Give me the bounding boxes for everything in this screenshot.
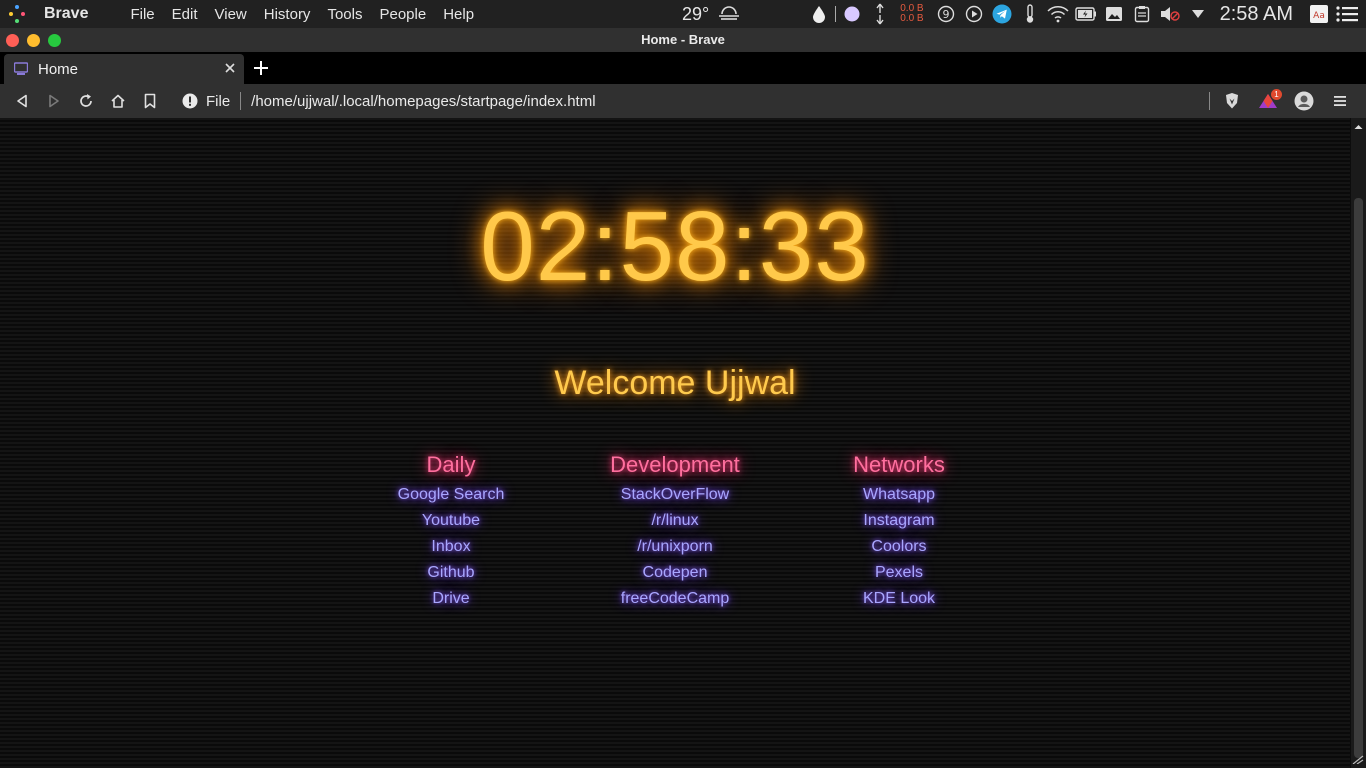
svg-text:Aa: Aa: [1313, 11, 1325, 21]
menu-view[interactable]: View: [215, 6, 247, 23]
profile-avatar-icon[interactable]: [1286, 85, 1322, 117]
window-title: Home - Brave: [641, 32, 725, 47]
network-arrows-icon: [869, 3, 891, 25]
link-instagram[interactable]: Instagram: [779, 508, 1019, 534]
menu-people[interactable]: People: [379, 6, 426, 23]
scroll-up-icon[interactable]: [1351, 122, 1366, 132]
link-inbox[interactable]: Inbox: [331, 534, 571, 560]
brave-shields-icon[interactable]: [1214, 85, 1250, 117]
page-favicon-icon: [14, 62, 28, 75]
link-r-unixporn[interactable]: /r/unixporn: [555, 534, 795, 560]
new-tab-icon[interactable]: [252, 59, 270, 77]
back-icon[interactable]: [6, 85, 38, 117]
tab-label: Home: [38, 60, 79, 78]
security-label: File: [206, 92, 231, 110]
digital-clock: 02:58:33: [480, 191, 870, 301]
rewards-badge: 1: [1271, 89, 1282, 100]
page-scrollbar[interactable]: [1351, 118, 1366, 768]
column-heading: Networks: [853, 452, 945, 477]
wifi-icon[interactable]: [1047, 3, 1069, 25]
column-networks: Networks Whatsapp Instagram Coolors Pexe…: [779, 452, 1019, 612]
link-stackoverflow[interactable]: StackOverFlow: [555, 482, 795, 508]
weather-icon[interactable]: [718, 3, 740, 25]
network-speed: 0.0 B 0.0 B: [900, 4, 923, 24]
link-r-linux[interactable]: /r/linux: [555, 508, 795, 534]
play-icon[interactable]: [963, 3, 985, 25]
browser-toolbar: File /home/ujjwal/.local/homepages/start…: [0, 84, 1366, 118]
moon-icon[interactable]: [841, 3, 863, 25]
weather-temperature[interactable]: 29°: [682, 4, 709, 25]
bookmark-icon[interactable]: [134, 85, 166, 117]
link-pexels[interactable]: Pexels: [779, 560, 1019, 586]
address-bar[interactable]: File /home/ujjwal/.local/homepages/start…: [174, 87, 1224, 115]
link-kde-look[interactable]: KDE Look: [779, 586, 1019, 612]
system-clock[interactable]: 2:58 AM: [1220, 3, 1293, 26]
app-launcher-icon[interactable]: [6, 3, 28, 25]
brave-rewards-icon[interactable]: 1: [1250, 85, 1286, 117]
browser-menu-icon[interactable]: [1322, 85, 1358, 117]
info-icon[interactable]: [182, 93, 198, 109]
image-icon[interactable]: [1103, 3, 1125, 25]
menu-history[interactable]: History: [264, 6, 311, 23]
reload-icon[interactable]: [70, 85, 102, 117]
tab-home[interactable]: Home: [4, 54, 244, 84]
welcome-message: Welcome Ujjwal: [554, 364, 796, 402]
minimize-window-button[interactable]: [27, 34, 40, 47]
maximize-window-button[interactable]: [48, 34, 61, 47]
column-heading: Development: [610, 452, 740, 477]
menu-help[interactable]: Help: [443, 6, 474, 23]
thermometer-icon[interactable]: [1019, 3, 1041, 25]
forward-icon[interactable]: [38, 85, 70, 117]
clipboard-icon[interactable]: [1131, 3, 1153, 25]
dictionary-icon[interactable]: Aa: [1308, 3, 1330, 25]
link-google-search[interactable]: Google Search: [331, 482, 571, 508]
toolbar-extensions: 1: [1209, 85, 1358, 117]
menu-edit[interactable]: Edit: [172, 6, 198, 23]
link-drive[interactable]: Drive: [331, 586, 571, 612]
net-down-speed: 0.0 B: [900, 13, 924, 24]
app-menu-bar: File Edit View History Tools People Help: [130, 6, 491, 23]
system-tray: 29° 0.0 B 0.0 B 9 2:58 AM Aa: [682, 0, 1366, 28]
active-app-name[interactable]: Brave: [44, 5, 88, 23]
link-freecodecamp[interactable]: freeCodeCamp: [555, 586, 795, 612]
tab-strip: Home: [0, 52, 1366, 84]
menu-tools[interactable]: Tools: [327, 6, 362, 23]
startpage-content: 02:58:33 Welcome Ujjwal Daily Google Sea…: [0, 118, 1350, 768]
link-youtube[interactable]: Youtube: [331, 508, 571, 534]
column-heading: Daily: [426, 452, 476, 477]
home-icon[interactable]: [102, 85, 134, 117]
dropdown-triangle-icon[interactable]: [1187, 3, 1209, 25]
menu-list-icon[interactable]: [1336, 3, 1358, 25]
column-development: Development StackOverFlow /r/linux /r/un…: [555, 452, 795, 612]
battery-icon[interactable]: [1074, 3, 1097, 25]
window-titlebar: Home - Brave: [0, 28, 1366, 52]
column-daily: Daily Google Search Youtube Inbox Github…: [331, 452, 571, 612]
link-github[interactable]: Github: [331, 560, 571, 586]
close-tab-icon[interactable]: [222, 60, 238, 76]
telegram-icon[interactable]: [991, 3, 1013, 25]
omnibox-divider: [240, 92, 242, 110]
system-top-bar: Brave File Edit View History Tools Peopl…: [0, 0, 1366, 28]
volume-muted-icon[interactable]: [1159, 3, 1181, 25]
close-window-button[interactable]: [6, 34, 19, 47]
menu-file[interactable]: File: [130, 6, 154, 23]
link-codepen[interactable]: Codepen: [555, 560, 795, 586]
svg-text:9: 9: [942, 8, 949, 21]
link-whatsapp[interactable]: Whatsapp: [779, 482, 1019, 508]
droplet-icon[interactable]: [808, 3, 830, 25]
url-text[interactable]: /home/ujjwal/.local/homepages/startpage/…: [251, 93, 595, 110]
resize-corner-icon[interactable]: [1351, 754, 1366, 764]
notification-9-icon[interactable]: 9: [935, 3, 957, 25]
scrollbar-thumb[interactable]: [1354, 198, 1363, 758]
link-coolors[interactable]: Coolors: [779, 534, 1019, 560]
